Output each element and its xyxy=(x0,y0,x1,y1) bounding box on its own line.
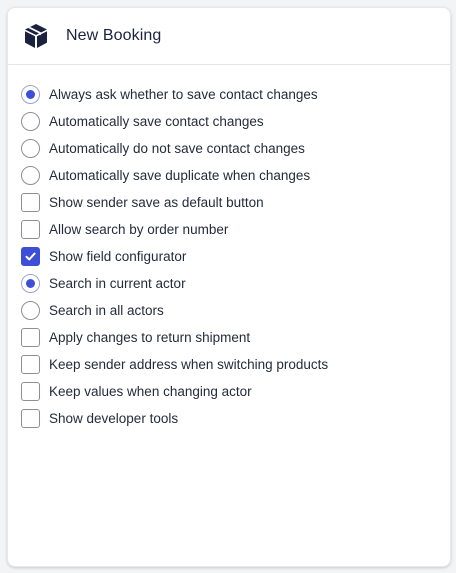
option-label: Show field configurator xyxy=(49,249,187,264)
radio-button[interactable] xyxy=(21,166,40,185)
option-label: Apply changes to return shipment xyxy=(49,330,251,345)
option-keep-values-changing-actor[interactable]: Keep values when changing actor xyxy=(21,378,450,405)
radio-button[interactable] xyxy=(21,301,40,320)
radio-button[interactable] xyxy=(21,112,40,131)
option-label: Search in current actor xyxy=(49,276,186,291)
page-title: New Booking xyxy=(66,27,162,44)
checkbox[interactable] xyxy=(21,328,40,347)
option-show-sender-save-default[interactable]: Show sender save as default button xyxy=(21,189,450,216)
option-keep-sender-address[interactable]: Keep sender address when switching produ… xyxy=(21,351,450,378)
checkbox[interactable] xyxy=(21,409,40,428)
option-auto-not-save-contact[interactable]: Automatically do not save contact change… xyxy=(21,135,450,162)
option-label: Always ask whether to save contact chang… xyxy=(49,87,318,102)
option-label: Automatically save duplicate when change… xyxy=(49,168,311,183)
option-label: Show developer tools xyxy=(49,411,179,426)
new-booking-card: New Booking Always ask whether to save c… xyxy=(7,7,451,567)
option-label: Automatically save contact changes xyxy=(49,114,264,129)
checkmark-icon xyxy=(25,252,36,261)
option-always-ask-save-contact[interactable]: Always ask whether to save contact chang… xyxy=(21,81,450,108)
option-auto-save-duplicate[interactable]: Automatically save duplicate when change… xyxy=(21,162,450,189)
option-label: Allow search by order number xyxy=(49,222,229,237)
option-apply-return-shipment[interactable]: Apply changes to return shipment xyxy=(21,324,450,351)
option-show-field-configurator[interactable]: Show field configurator xyxy=(21,243,450,270)
checkbox[interactable] xyxy=(21,220,40,239)
option-search-all-actors[interactable]: Search in all actors xyxy=(21,297,450,324)
option-label: Search in all actors xyxy=(49,303,164,318)
checkbox[interactable] xyxy=(21,193,40,212)
radio-selected-dot xyxy=(26,90,35,99)
settings-list: Always ask whether to save contact chang… xyxy=(21,81,450,432)
radio-button[interactable] xyxy=(21,274,40,293)
option-auto-save-contact[interactable]: Automatically save contact changes xyxy=(21,108,450,135)
option-label: Keep values when changing actor xyxy=(49,384,252,399)
card-header: New Booking xyxy=(8,8,450,65)
radio-button[interactable] xyxy=(21,139,40,158)
checkbox[interactable] xyxy=(21,355,40,374)
option-search-current-actor[interactable]: Search in current actor xyxy=(21,270,450,297)
option-show-developer-tools[interactable]: Show developer tools xyxy=(21,405,450,432)
checkbox[interactable] xyxy=(21,247,40,266)
box-icon xyxy=(23,23,49,49)
checkbox[interactable] xyxy=(21,382,40,401)
option-search-by-order-number[interactable]: Allow search by order number xyxy=(21,216,450,243)
option-label: Automatically do not save contact change… xyxy=(49,141,305,156)
option-label: Show sender save as default button xyxy=(49,195,264,210)
option-label: Keep sender address when switching produ… xyxy=(49,357,329,372)
radio-selected-dot xyxy=(26,279,35,288)
radio-button[interactable] xyxy=(21,85,40,104)
